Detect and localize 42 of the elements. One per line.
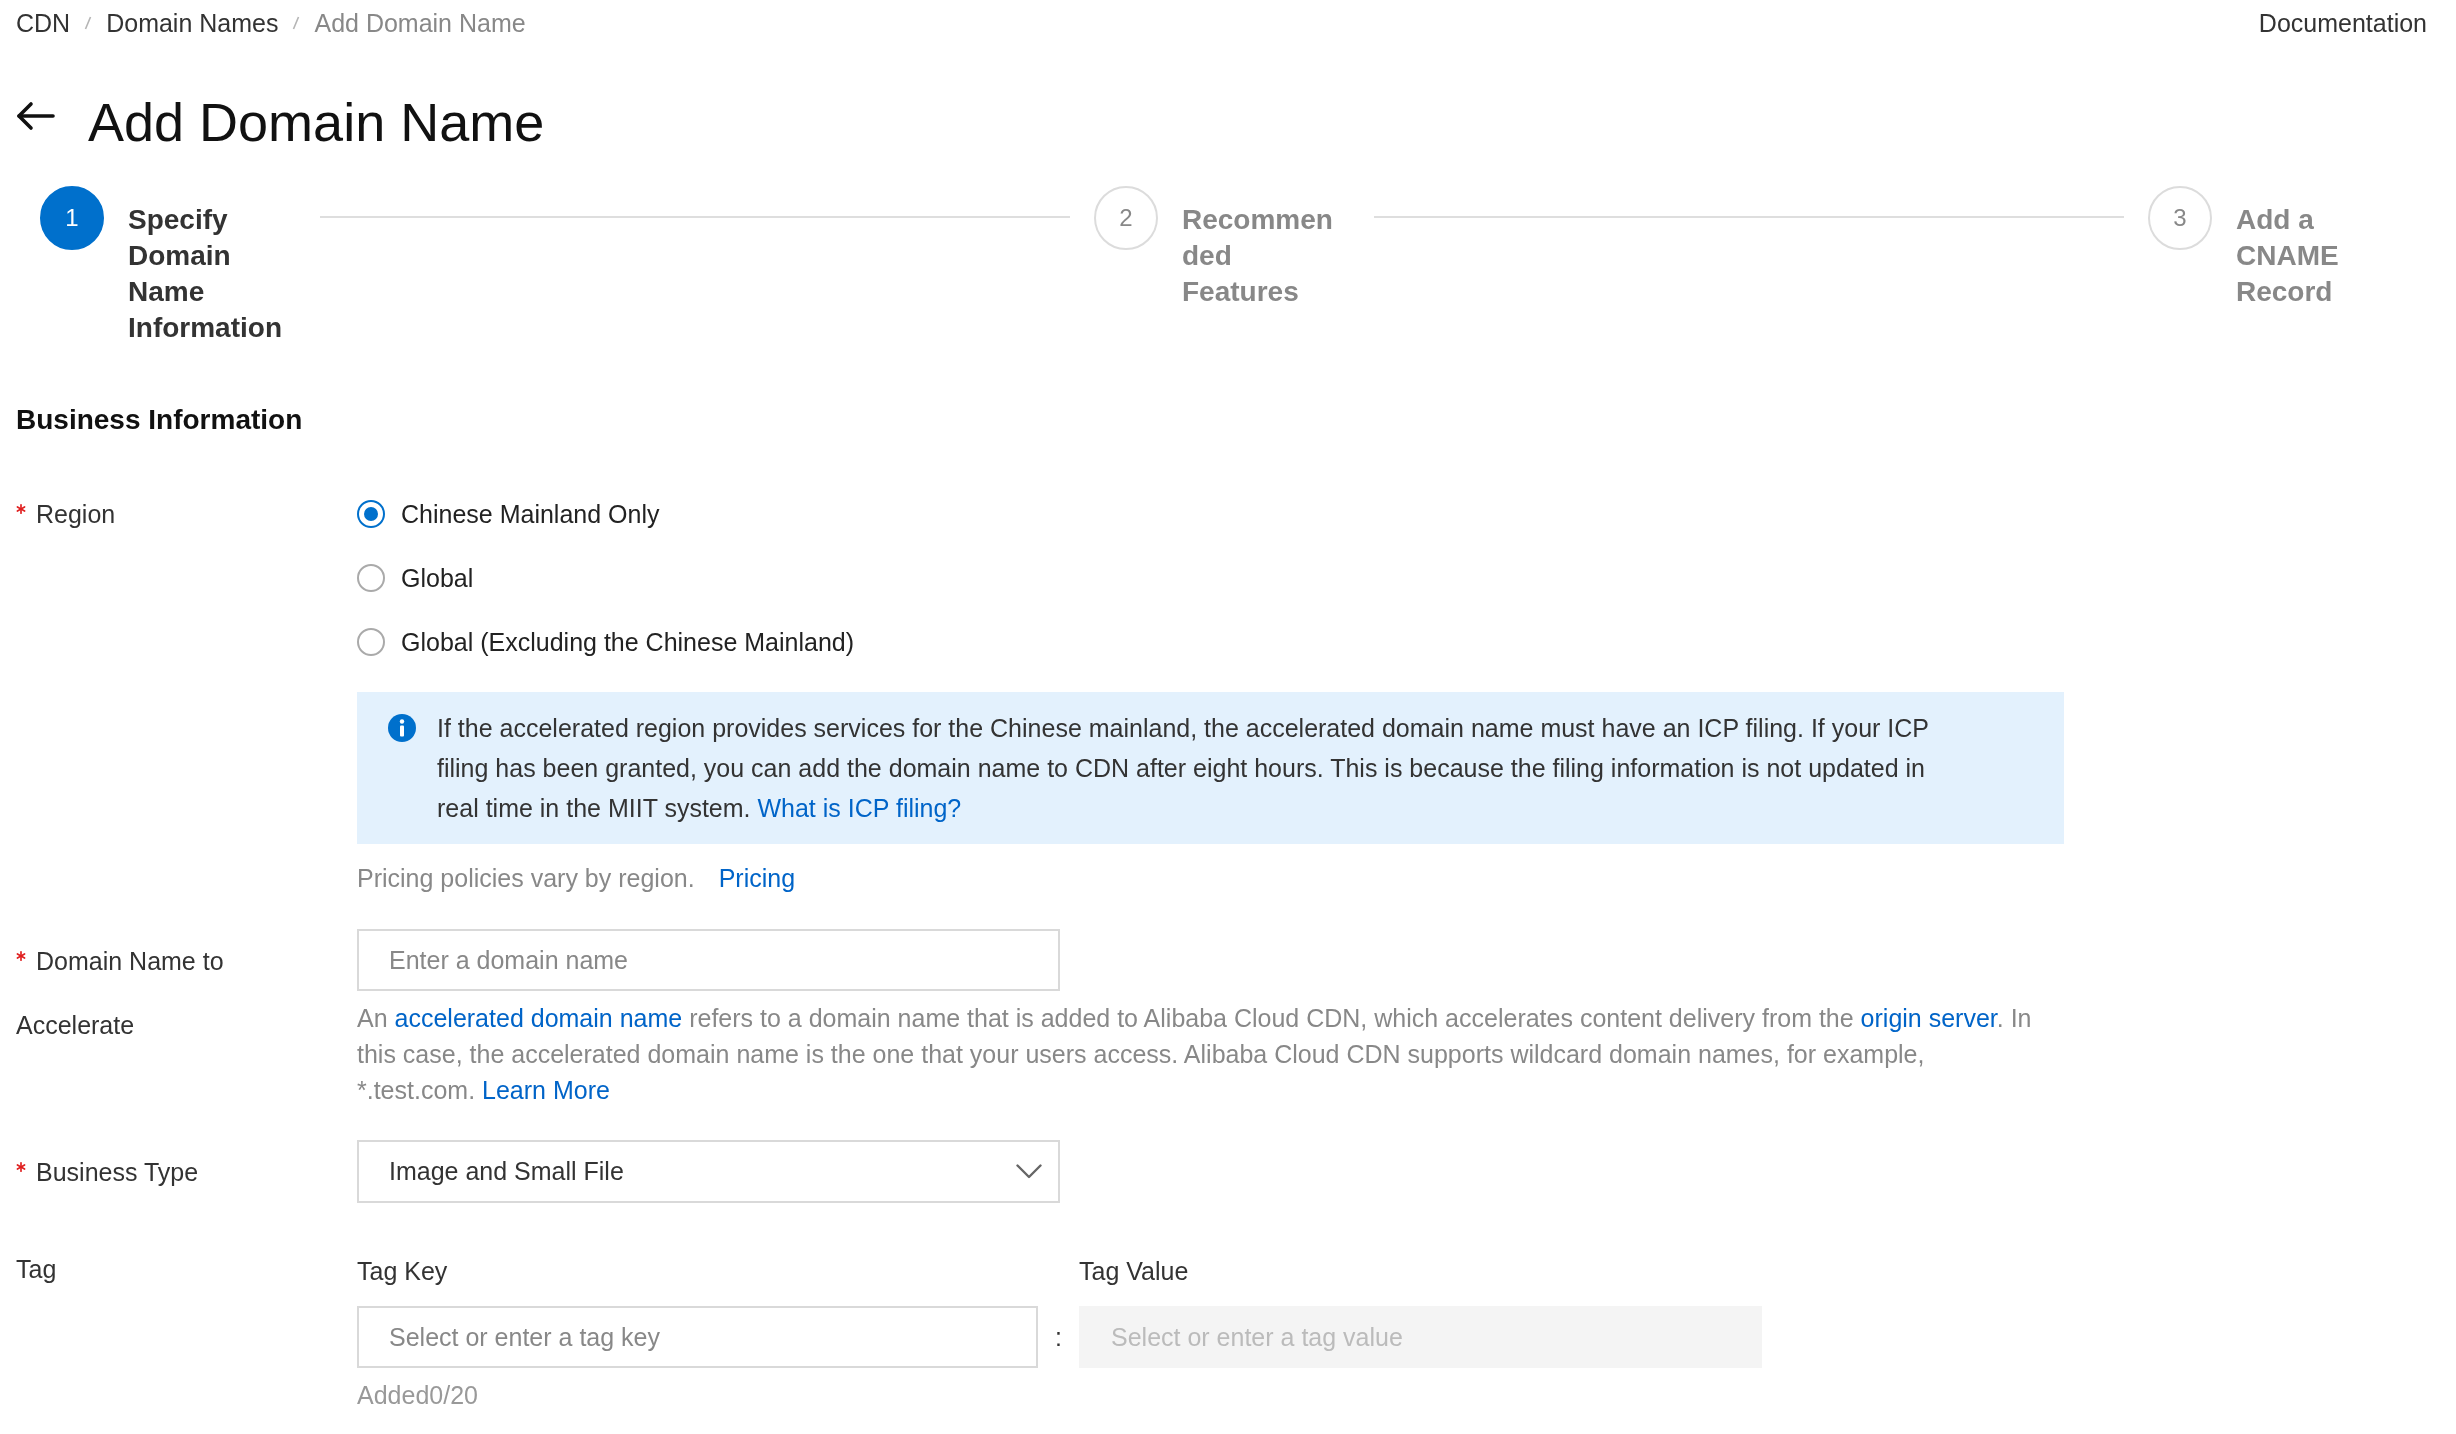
- tag-key-label: Tag Key: [357, 1256, 448, 1287]
- radio-button[interactable]: [357, 628, 385, 656]
- field-label: Region: [36, 500, 116, 528]
- step-label: Recommended Features: [1182, 203, 1334, 309]
- back-arrow-icon[interactable]: [16, 101, 56, 131]
- radio-button[interactable]: [357, 564, 385, 592]
- tag-count: Added0/20: [357, 1380, 478, 1411]
- radio-label: Global: [401, 563, 474, 593]
- field-label: Tag: [16, 1255, 57, 1283]
- radio-label: Global (Excluding the Chinese Mainland): [401, 627, 855, 657]
- tag-key-input[interactable]: Select or enter a tag key: [357, 1306, 1038, 1368]
- breadcrumb-link[interactable]: CDN: [16, 5, 71, 41]
- domain-name-input[interactable]: Enter a domain name: [357, 929, 1060, 991]
- radio-label: Chinese Mainland Only: [401, 499, 660, 529]
- chevron-down-icon: [1016, 1164, 1042, 1179]
- notice-text: If the accelerated region provides services for the Chinese mainland, the accelerated domain name must have an ICP filing. If your ICP filing has been granted, you can add the domain name to CDN after eight hours. This is because the filing information is not updated in real time in the MIIT system. What is ICP filing?: [437, 713, 1930, 824]
- info-icon: [388, 714, 416, 742]
- tag-value-label: Tag Value: [1079, 1256, 1189, 1287]
- step-number: 3: [2148, 186, 2212, 250]
- field-label: Business Type: [36, 1158, 199, 1186]
- help-link[interactable]: origin server: [1860, 1004, 1997, 1032]
- step-label: Specify Domain Name Information: [128, 203, 283, 345]
- business-type-select[interactable]: Image and Small File: [357, 1140, 1060, 1203]
- help-link[interactable]: Learn More: [482, 1076, 610, 1104]
- step-number: 1: [40, 186, 104, 250]
- radio-button[interactable]: [357, 500, 385, 528]
- breadcrumb-separator-icon: [84, 15, 93, 31]
- help-text: An accelerated domain name refers to a domain name that is added to Alibaba Cloud CDN, which accelerates content delivery from the origin server. In this case, the accelerated domain name is the one that your users access. Alibaba Cloud CDN supports wildcard domain names, for example, *.test.com. Learn More: [357, 1003, 2033, 1106]
- help-link[interactable]: accelerated domain name: [394, 1004, 683, 1032]
- page-title: Add Domain Name: [88, 91, 545, 154]
- pricing-note: Pricing policies vary by region.: [357, 863, 695, 894]
- field-label: Domain Name to Accelerate: [16, 947, 224, 1039]
- breadcrumb-current: Add Domain Name: [314, 8, 526, 39]
- step-number: 2: [1094, 186, 1158, 250]
- step-label: Add a CNAME Record: [2236, 203, 2340, 309]
- pricing-link[interactable]: Pricing: [718, 860, 796, 896]
- documentation-link[interactable]: Documentation: [2258, 5, 2427, 41]
- breadcrumb-separator-icon: [292, 15, 301, 31]
- tag-separator: :: [1055, 1322, 1062, 1353]
- icp-filing-link[interactable]: What is ICP filing?: [757, 794, 962, 822]
- section-title: Business Information: [16, 403, 304, 437]
- breadcrumb-link[interactable]: Domain Names: [106, 5, 279, 41]
